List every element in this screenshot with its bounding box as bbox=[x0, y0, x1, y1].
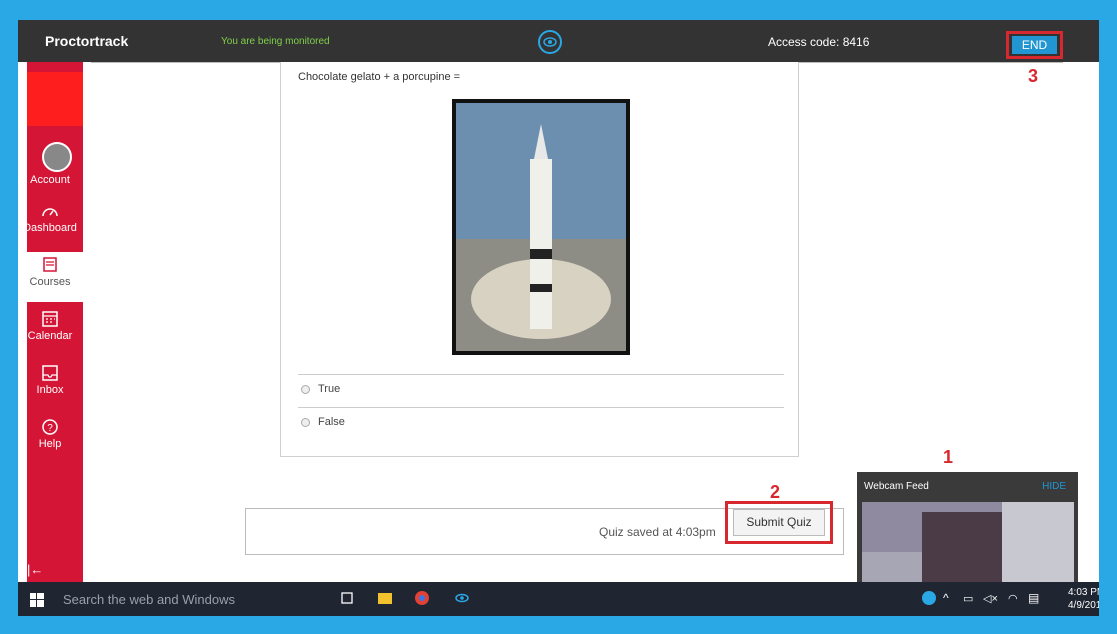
annotation-1: 1 bbox=[943, 447, 954, 467]
submit-highlight: Submit Quiz bbox=[725, 501, 833, 544]
access-code: Access code: 8416 bbox=[768, 35, 870, 49]
rocket-image bbox=[452, 99, 630, 355]
quiz-question-panel: Chocolate gelato + a porcupine = True Fa… bbox=[280, 62, 799, 457]
answer-label-true: True bbox=[318, 383, 341, 395]
proctor-topbar: Proctortrack You are being monitored Acc… bbox=[18, 20, 1099, 62]
inbox-icon bbox=[42, 365, 58, 381]
file-explorer-icon[interactable] bbox=[376, 590, 394, 606]
sidebar-item-inbox[interactable]: Inbox bbox=[18, 364, 83, 396]
logo[interactable] bbox=[27, 72, 83, 126]
sidebar-item-label: Calendar bbox=[27, 330, 73, 342]
sidebar-item-account[interactable]: Account bbox=[18, 174, 83, 186]
answer-radio-true[interactable] bbox=[301, 385, 310, 394]
answer-radio-false[interactable] bbox=[301, 418, 310, 427]
dashboard-icon bbox=[42, 208, 58, 217]
sidebar-item-calendar[interactable]: Calendar bbox=[18, 310, 83, 342]
end-highlight: END bbox=[1006, 31, 1063, 59]
sidebar-item-label: Account bbox=[30, 174, 70, 186]
taskbar-search[interactable]: Search the web and Windows bbox=[63, 592, 235, 607]
notifications-icon[interactable]: ▤ bbox=[1028, 591, 1039, 605]
sidebar-item-dashboard[interactable]: Dashboard bbox=[18, 202, 83, 234]
annotation-3: 3 bbox=[1028, 66, 1039, 86]
sidebar-item-label: Dashboard bbox=[23, 222, 77, 234]
avatar[interactable] bbox=[42, 142, 72, 172]
wifi-icon[interactable]: ◠ bbox=[1008, 592, 1018, 605]
sidebar-item-label: Courses bbox=[29, 276, 71, 288]
sidebar-item-courses[interactable]: Courses bbox=[18, 252, 83, 302]
sidebar-item-label: Help bbox=[38, 438, 62, 450]
chrome-icon[interactable] bbox=[413, 590, 431, 606]
divider bbox=[298, 374, 784, 375]
collapse-icon[interactable]: |← bbox=[27, 562, 43, 577]
quiz-saved-status: Quiz saved at 4:03pm bbox=[599, 525, 716, 539]
brand-name: Proctortrack bbox=[45, 33, 129, 49]
end-button[interactable]: END bbox=[1012, 36, 1057, 54]
sidebar: Account Dashboard Courses Calendar Inbox… bbox=[18, 62, 83, 582]
clock-date: 4/9/2018 bbox=[1068, 600, 1099, 611]
clock-time: 4:03 PM bbox=[1068, 587, 1099, 598]
question-text: Chocolate gelato + a porcupine = bbox=[298, 71, 461, 83]
sidebar-item-label: Inbox bbox=[36, 384, 64, 396]
volume-icon[interactable]: ◁× bbox=[983, 592, 998, 605]
eye-icon[interactable] bbox=[538, 30, 562, 54]
help-icon: ? bbox=[42, 419, 58, 435]
windows-start-icon[interactable] bbox=[30, 593, 44, 607]
taskbar-clock[interactable]: 4:03 PM 4/9/2018 bbox=[1068, 586, 1099, 612]
windows-taskbar: Search the web and Windows ^ ▭ ◁× ◠ ▤ 4:… bbox=[18, 582, 1099, 616]
task-view-icon[interactable] bbox=[338, 590, 356, 606]
monitoring-status: You are being monitored bbox=[221, 36, 330, 47]
calendar-icon bbox=[42, 311, 58, 327]
svg-text:?: ? bbox=[47, 423, 53, 434]
sidebar-item-help[interactable]: ? Help bbox=[18, 418, 83, 450]
battery-icon[interactable]: ▭ bbox=[963, 592, 973, 605]
chevron-up-icon[interactable]: ^ bbox=[943, 591, 949, 605]
tray-app-icon[interactable] bbox=[920, 590, 938, 606]
submit-quiz-button[interactable]: Submit Quiz bbox=[733, 509, 825, 536]
proctortrack-icon[interactable] bbox=[453, 590, 471, 606]
screenshot-frame: Proctortrack You are being monitored Acc… bbox=[0, 0, 1117, 634]
webcam-hide-button[interactable]: HIDE bbox=[1042, 481, 1066, 492]
answer-label-false: False bbox=[318, 416, 345, 428]
divider bbox=[298, 407, 784, 408]
webcam-title: Webcam Feed bbox=[864, 481, 929, 492]
browser-window: Proctortrack You are being monitored Acc… bbox=[18, 20, 1099, 616]
courses-icon bbox=[43, 257, 57, 272]
annotation-2: 2 bbox=[770, 482, 781, 502]
